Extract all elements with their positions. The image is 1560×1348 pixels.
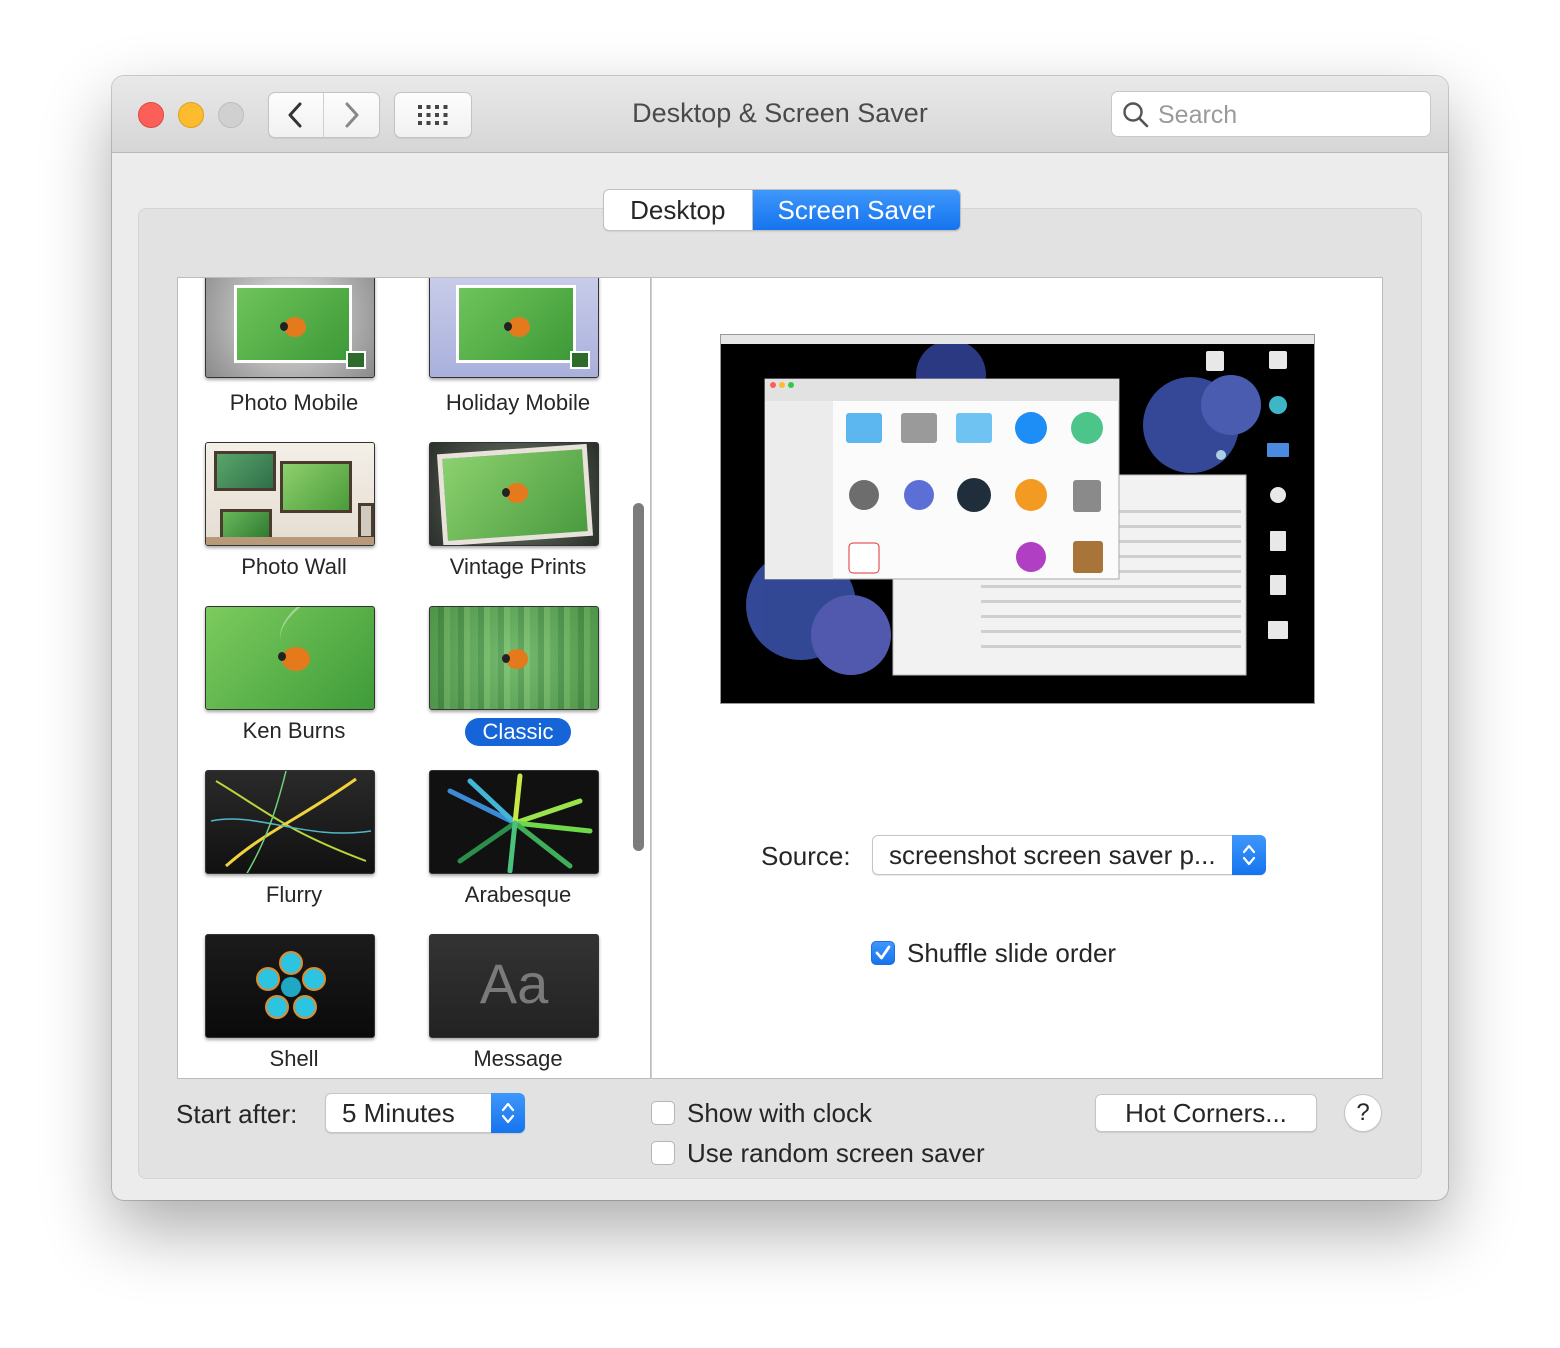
search-field[interactable]: Search — [1111, 91, 1431, 137]
saver-label: Arabesque — [464, 882, 572, 907]
shell-graphic — [256, 951, 326, 1019]
saver-label-selected: Classic — [409, 718, 627, 746]
tab-desktop[interactable]: Desktop — [604, 190, 753, 230]
tab-screen-saver[interactable]: Screen Saver — [752, 190, 960, 230]
saver-thumbnail — [205, 442, 375, 546]
title-bar: Desktop & Screen Saver Search — [112, 76, 1448, 153]
saver-label: Message — [473, 1046, 563, 1071]
start-after-popup[interactable]: 5 Minutes — [325, 1093, 525, 1133]
screen-saver-preview — [720, 334, 1315, 704]
random-saver-checkbox[interactable] — [651, 1141, 675, 1165]
shuffle-label: Shuffle slide order — [907, 938, 1117, 968]
start-after-value: 5 Minutes — [342, 1098, 455, 1128]
list-scrollbar[interactable] — [633, 503, 644, 851]
saver-arabesque[interactable]: Arabesque — [417, 770, 617, 920]
saver-message[interactable]: Aa Message — [417, 934, 617, 1078]
saver-classic[interactable]: Classic — [417, 606, 617, 756]
shuffle-checkbox[interactable] — [871, 941, 895, 965]
saver-label: Shell — [269, 1046, 319, 1071]
random-saver-label: Use random screen saver — [687, 1138, 985, 1168]
screen-saver-list[interactable]: Photo Mobile Holiday Mobile Photo Wall V… — [177, 277, 651, 1079]
preferences-window: Desktop & Screen Saver Search Desktop Sc… — [112, 76, 1448, 1200]
source-stepper[interactable] — [1232, 835, 1266, 875]
saver-thumbnail — [429, 442, 599, 546]
saver-flurry[interactable]: Flurry — [193, 770, 393, 920]
saver-label: Photo Mobile — [229, 390, 359, 415]
chevron-up-down-icon — [1242, 844, 1256, 866]
saver-thumbnail — [205, 278, 375, 378]
saver-vintage-prints[interactable]: Vintage Prints — [417, 442, 617, 592]
saver-thumbnail — [205, 606, 375, 710]
saver-label: Photo Wall — [241, 554, 347, 579]
saver-label: Vintage Prints — [449, 554, 587, 579]
saver-photo-wall[interactable]: Photo Wall — [193, 442, 393, 592]
show-clock-checkbox[interactable] — [651, 1101, 675, 1125]
saver-thumbnail — [429, 770, 599, 874]
message-thumb-text: Aa — [479, 952, 549, 1015]
saver-thumbnail — [429, 606, 599, 710]
saver-thumbnail: Aa — [429, 934, 599, 1038]
saver-thumbnail — [429, 278, 599, 378]
flurry-graphic — [210, 771, 372, 873]
saver-shell[interactable]: Shell — [193, 934, 393, 1078]
saver-thumbnail — [205, 934, 375, 1038]
saver-label: Holiday Mobile — [445, 390, 591, 415]
preview-panel: Source: screenshot screen saver p... Shu… — [651, 277, 1383, 1079]
checkmark-icon — [875, 945, 891, 960]
help-button[interactable]: ? — [1344, 1094, 1382, 1132]
tab-control: Desktop Screen Saver — [603, 189, 961, 231]
saver-photo-mobile[interactable]: Photo Mobile — [193, 278, 393, 428]
source-value: screenshot screen saver p... — [889, 840, 1216, 870]
source-label: Source: — [761, 841, 851, 871]
arabesque-graphic — [447, 773, 593, 873]
hot-corners-button[interactable]: Hot Corners... — [1095, 1094, 1317, 1132]
show-clock-label: Show with clock — [687, 1098, 872, 1128]
preview-image — [721, 335, 1314, 703]
saver-holiday-mobile[interactable]: Holiday Mobile — [417, 278, 617, 428]
chevron-up-down-icon — [501, 1102, 515, 1124]
search-icon — [1123, 102, 1149, 128]
saver-ken-burns[interactable]: Ken Burns — [193, 606, 393, 756]
start-after-label: Start after: — [176, 1099, 298, 1129]
source-popup[interactable]: screenshot screen saver p... — [872, 835, 1266, 875]
start-after-stepper[interactable] — [491, 1093, 525, 1133]
saver-thumbnail — [205, 770, 375, 874]
saver-label: Ken Burns — [242, 718, 346, 743]
search-placeholder: Search — [1158, 101, 1238, 129]
saver-label: Flurry — [265, 882, 323, 907]
